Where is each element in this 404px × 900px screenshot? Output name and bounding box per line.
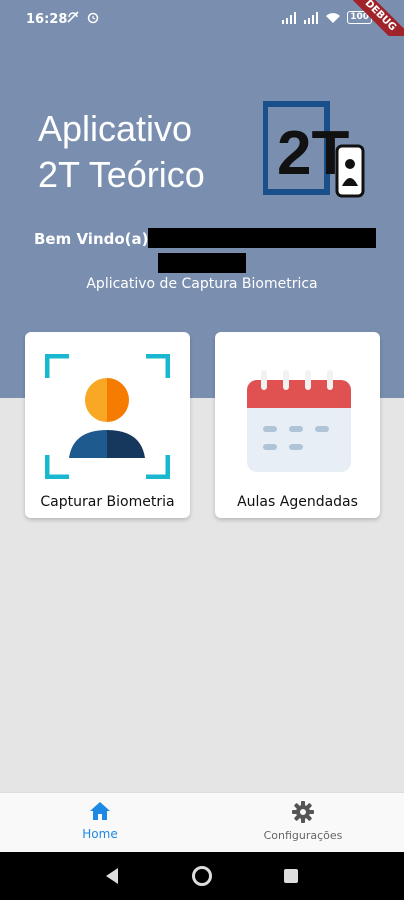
system-navigation-bar — [0, 852, 404, 900]
tab-settings-label: Configurações — [263, 829, 343, 842]
app-title: Aplicativo 2T Teórico — [38, 106, 258, 198]
status-left-icons — [66, 10, 100, 24]
signal-icon — [282, 11, 297, 24]
status-right-icons: 100 — [281, 11, 372, 24]
status-bar: 16:28 100 DEBUG — [0, 0, 404, 58]
calendar-icon — [247, 370, 351, 472]
app-logo: 2T — [263, 101, 365, 198]
capture-biometry-card[interactable]: Capturar Biometria — [25, 332, 190, 518]
face-scan-icon — [45, 354, 170, 479]
tab-home-label: Home — [82, 827, 118, 841]
redacted-username-2 — [158, 253, 246, 273]
do-not-disturb-icon — [67, 11, 79, 23]
welcome-label: Bem Vindo(a) — [34, 230, 149, 248]
app-title-line1: Aplicativo — [38, 108, 193, 149]
tab-settings[interactable]: Configurações — [243, 801, 363, 842]
redacted-username — [148, 228, 376, 248]
home-icon — [90, 802, 110, 820]
back-icon[interactable] — [104, 867, 120, 885]
status-time: 16:28 — [26, 12, 68, 27]
wifi-icon — [326, 12, 341, 23]
alarm-icon — [87, 12, 99, 24]
scheduled-classes-label: Aulas Agendadas — [237, 494, 358, 510]
bottom-navigation: Home Configurações — [0, 792, 404, 853]
capture-biometry-label: Capturar Biometria — [40, 494, 175, 510]
app-title-line2: 2T Teórico — [38, 154, 205, 195]
tab-home[interactable]: Home — [40, 801, 160, 841]
gear-icon — [292, 801, 314, 823]
scheduled-classes-card[interactable]: Aulas Agendadas — [215, 332, 380, 518]
signal-icon-2 — [304, 11, 319, 24]
app-subtitle: Aplicativo de Captura Biometrica — [86, 276, 318, 292]
home-circle-icon[interactable] — [191, 865, 213, 887]
recents-icon[interactable] — [283, 868, 299, 884]
